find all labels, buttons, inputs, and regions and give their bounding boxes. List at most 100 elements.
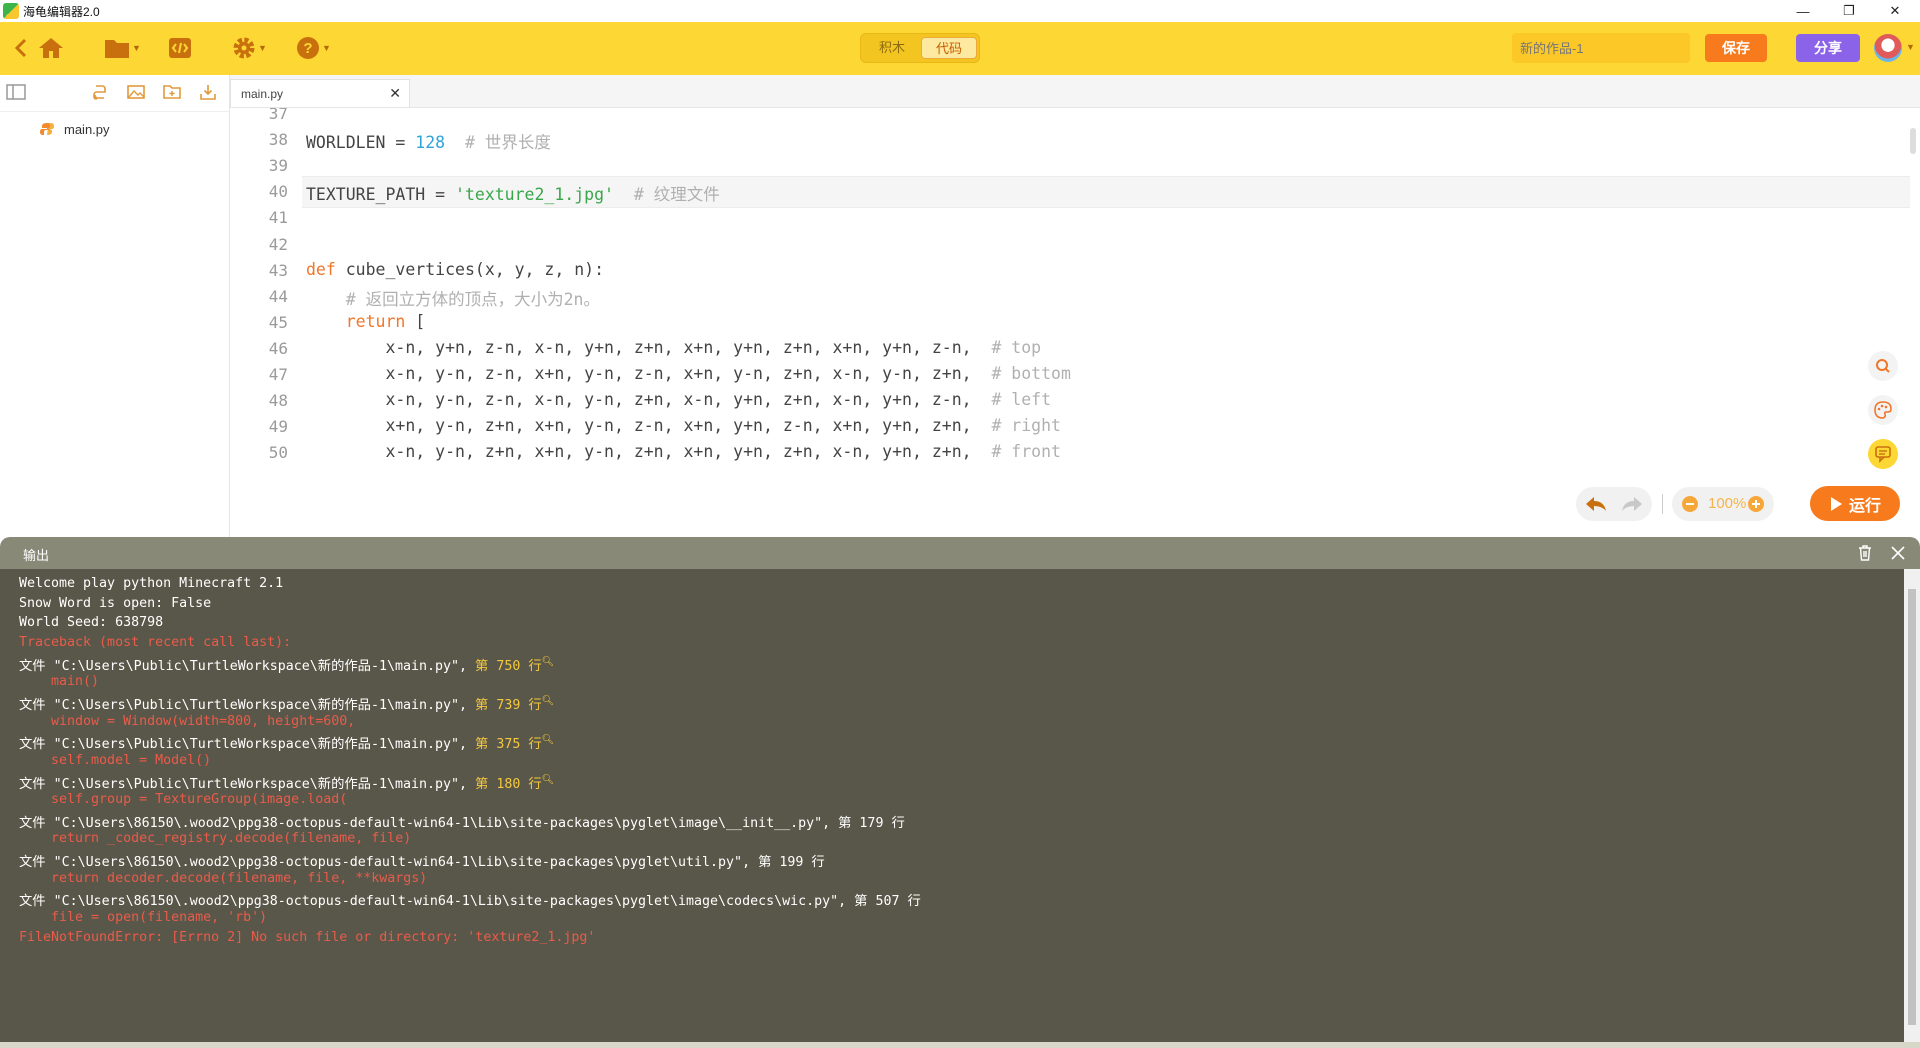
status-bar bbox=[0, 1042, 1920, 1048]
avatar[interactable] bbox=[1874, 34, 1902, 62]
console-line: self.group = TextureGroup(image.load( bbox=[19, 792, 348, 808]
console-line: return _codec_registry.decode(filename, … bbox=[19, 831, 412, 847]
console-line: 文件 "C:\Users\86150\.wood2\ppg38-octopus-… bbox=[19, 815, 905, 831]
code-line: x+n, y-n, z+n, x+n, y-n, z-n, x+n, y+n, … bbox=[306, 416, 1061, 436]
zoom-level: 100% bbox=[1708, 495, 1747, 512]
run-label: 运行 bbox=[1848, 497, 1881, 515]
python-file-icon[interactable] bbox=[90, 83, 110, 101]
file-sidebar: main.py bbox=[0, 75, 230, 537]
zoom-out-icon[interactable] bbox=[1682, 496, 1698, 517]
app-logo-icon bbox=[3, 3, 19, 19]
close-tab-icon[interactable]: ✕ bbox=[389, 85, 401, 102]
code-line: x-n, y-n, z+n, x+n, y-n, z+n, x+n, y+n, … bbox=[306, 442, 1061, 462]
output-header: 输出 bbox=[0, 537, 1920, 569]
line-number: 50 bbox=[268, 443, 288, 463]
code-line: # 返回立方体的顶点，大小为2n。 bbox=[345, 289, 600, 309]
line-number: 42 bbox=[268, 234, 288, 254]
editor-tabbar: main.py ✕ bbox=[230, 75, 1920, 108]
editor-scrollbar[interactable] bbox=[1910, 128, 1916, 154]
mode-toggle: 积木 代码 bbox=[860, 33, 980, 63]
sidebar-divider bbox=[0, 111, 229, 112]
line-number: 40 bbox=[268, 182, 288, 202]
console-line: main() bbox=[19, 674, 100, 690]
close-button[interactable]: ✕ bbox=[1872, 0, 1918, 22]
code-line: TEXTURE_PATH = 'texture2_1.jpg' # 纹理文件 bbox=[306, 185, 720, 205]
search-icon[interactable] bbox=[1868, 351, 1898, 381]
python-icon bbox=[40, 122, 54, 136]
file-item-main-py[interactable]: main.py bbox=[40, 119, 110, 139]
tab-label: main.py bbox=[241, 87, 284, 101]
tab-code[interactable]: 代码 bbox=[921, 37, 977, 59]
zoom-in-icon[interactable] bbox=[1748, 496, 1764, 517]
console-line: Snow Word is open: False bbox=[19, 595, 212, 611]
close-output-icon[interactable] bbox=[1890, 545, 1906, 566]
console-line: 文件 "C:\Users\Public\TurtleWorkspace\新的作品… bbox=[19, 734, 555, 753]
play-icon bbox=[1830, 496, 1842, 511]
console-line: window = Window(width=800, height=600, bbox=[19, 713, 356, 729]
project-name-input[interactable] bbox=[1512, 33, 1690, 63]
line-number: 38 bbox=[268, 130, 288, 150]
code-line: x-n, y-n, z-n, x-n, y-n, z+n, x-n, y+n, … bbox=[306, 390, 1052, 410]
layout-icon[interactable] bbox=[6, 83, 26, 101]
code-line: x-n, y+n, z-n, x-n, y+n, z+n, x+n, y+n, … bbox=[306, 337, 1042, 357]
console-line: 文件 "C:\Users\Public\TurtleWorkspace\新的作品… bbox=[19, 774, 555, 792]
line-number: 39 bbox=[268, 156, 288, 176]
main-toolbar: ▼ ▼ ?▼ 积木 代码 保存 分享 ▼ bbox=[0, 22, 1920, 75]
line-number: 45 bbox=[268, 312, 288, 332]
tab-main-py[interactable]: main.py ✕ bbox=[230, 79, 410, 107]
redo-icon[interactable] bbox=[1620, 494, 1644, 519]
output-console[interactable]: Welcome play python Minecraft 2.1 Snow Wo… bbox=[0, 569, 1920, 1048]
save-button[interactable]: 保存 bbox=[1705, 34, 1767, 62]
help-icon[interactable]: ? ▼ bbox=[296, 35, 331, 61]
run-button[interactable]: 运行 bbox=[1810, 486, 1900, 521]
back-icon[interactable] bbox=[14, 35, 28, 61]
maximize-button[interactable]: ❐ bbox=[1826, 0, 1872, 22]
svg-text:?: ? bbox=[303, 40, 312, 57]
divider bbox=[1662, 494, 1663, 514]
home-icon[interactable] bbox=[38, 35, 64, 61]
line-number: 47 bbox=[268, 365, 288, 384]
console-line: 文件 "C:\Users\Public\TurtleWorkspace\新的作品… bbox=[19, 656, 555, 674]
folder-add-icon[interactable] bbox=[162, 83, 182, 101]
code-editor[interactable]: 37 38 WORLDLEN = 128 # 世界长度 39 40 TEXTURE_PAT… bbox=[230, 108, 1920, 537]
console-line: 文件 "C:\Users\86150\.wood2\ppg38-octopus-… bbox=[19, 855, 825, 871]
image-icon[interactable] bbox=[126, 83, 146, 101]
line-number: 44 bbox=[268, 286, 288, 306]
line-number: 43 bbox=[268, 260, 288, 280]
line-number: 48 bbox=[268, 391, 288, 411]
trash-icon[interactable] bbox=[1857, 545, 1873, 566]
code-line: return [ bbox=[345, 311, 426, 331]
zoom-panel: 100% bbox=[1672, 487, 1774, 521]
code-line: def cube_vertices(x, y, z, n): bbox=[306, 259, 605, 279]
output-title: 输出 bbox=[23, 548, 50, 563]
code-line: WORLDLEN = 128 # 世界长度 bbox=[306, 133, 551, 153]
share-button[interactable]: 分享 bbox=[1796, 34, 1860, 62]
console-line: return decoder.decode(filename, file, **… bbox=[19, 870, 428, 886]
file-name: main.py bbox=[64, 121, 110, 137]
folder-icon[interactable]: ▼ bbox=[104, 35, 141, 61]
code-line: x-n, y-n, z-n, x+n, y-n, z-n, x+n, y-n, … bbox=[306, 364, 1071, 383]
console-line: self.model = Model() bbox=[19, 752, 212, 768]
download-icon[interactable] bbox=[198, 83, 218, 101]
minimize-button[interactable]: — bbox=[1780, 0, 1826, 22]
line-number: 46 bbox=[268, 338, 288, 358]
console-line: file = open(filename, 'rb') bbox=[19, 910, 268, 926]
tab-blocks[interactable]: 积木 bbox=[864, 37, 920, 59]
console-line: 文件 "C:\Users\Public\TurtleWorkspace\新的作品… bbox=[19, 695, 555, 713]
window-title: 海龟编辑器2.0 bbox=[23, 5, 100, 19]
gear-icon[interactable]: ▼ bbox=[232, 35, 267, 61]
output-scrollbar[interactable] bbox=[1904, 569, 1920, 1044]
console-line: 文件 "C:\Users\86150\.wood2\ppg38-octopus-… bbox=[19, 894, 921, 910]
line-number: 41 bbox=[268, 208, 288, 228]
undo-redo-panel bbox=[1576, 487, 1652, 521]
palette-icon[interactable] bbox=[1868, 395, 1898, 425]
scrollbar-thumb[interactable] bbox=[1908, 589, 1916, 1025]
avatar-menu-chevron-icon[interactable]: ▼ bbox=[1906, 42, 1915, 52]
code-icon[interactable] bbox=[168, 35, 192, 61]
comment-icon[interactable] bbox=[1868, 439, 1898, 469]
console-line: Traceback (most recent call last): bbox=[19, 634, 292, 650]
console-line: Welcome play python Minecraft 2.1 bbox=[19, 576, 284, 591]
undo-icon[interactable] bbox=[1584, 494, 1608, 519]
line-number: 37 bbox=[268, 108, 288, 123]
window-titlebar: 海龟编辑器2.0 — ❐ ✕ bbox=[0, 0, 1920, 22]
